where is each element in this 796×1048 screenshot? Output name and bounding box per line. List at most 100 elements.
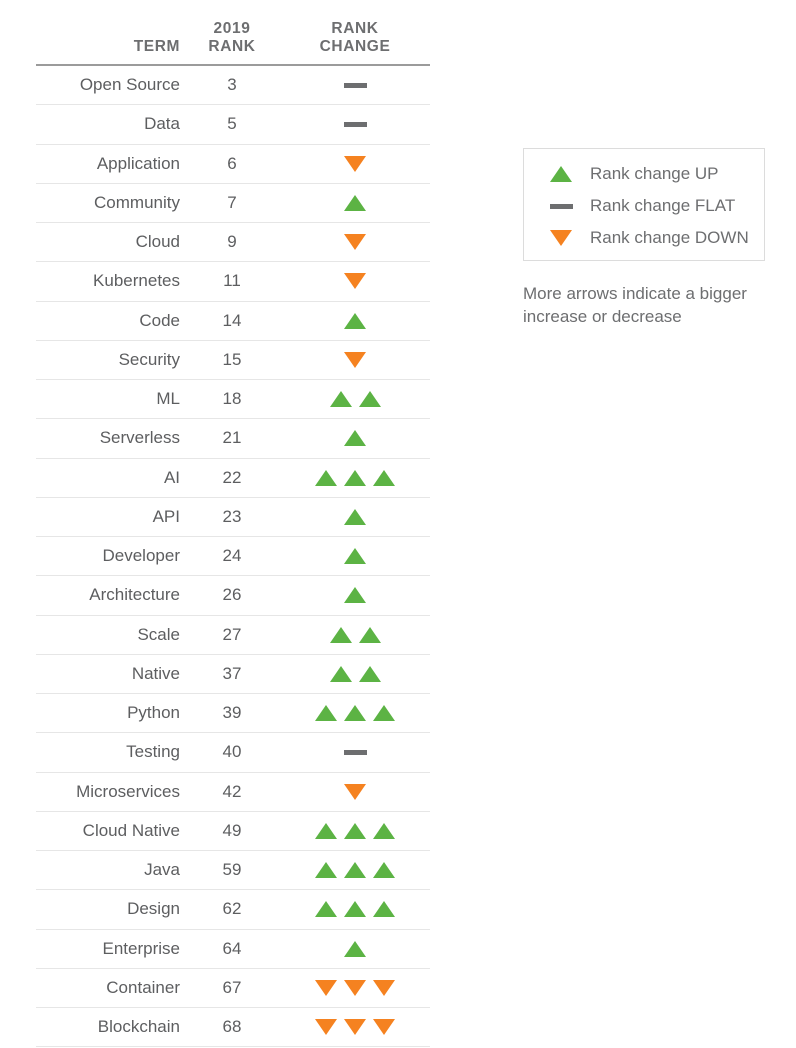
arrow-down-icon — [344, 351, 366, 368]
cell-rank: 26 — [222, 585, 242, 605]
table-row: Community 7 — [36, 184, 430, 223]
table-row: Blockchain 68 — [36, 1008, 430, 1048]
table-row: Native 37 — [36, 655, 430, 694]
table-row: Kubernetes 11 — [36, 262, 430, 302]
cell-rank: 6 — [227, 153, 237, 173]
cell-term: Testing — [126, 742, 180, 762]
arrow-up-icon — [344, 508, 366, 525]
column-header-change-line2: CHANGE — [319, 38, 391, 56]
cell-rank-change — [280, 587, 430, 604]
arrow-up-icon — [344, 548, 366, 565]
cell-rank-change — [280, 430, 430, 447]
column-header-rank: 2019 RANK — [184, 20, 280, 64]
cell-rank: 64 — [222, 938, 242, 958]
arrow-up-icon — [329, 626, 352, 643]
legend-item-label: Rank change FLAT — [590, 196, 736, 215]
arrow-down-icon — [373, 1019, 395, 1036]
cell-rank-change — [280, 469, 430, 486]
cell-rank-change — [280, 862, 430, 879]
arrow-down-icon — [344, 234, 366, 251]
cell-rank-change — [280, 194, 430, 211]
legend: Rank change UP Rank change FLAT Rank chang… — [523, 148, 765, 261]
table-row: Java 59 — [36, 851, 430, 891]
arrow-up-icon — [358, 665, 381, 682]
cell-term: ML — [156, 389, 180, 409]
cell-rank-change — [280, 749, 430, 755]
cell-rank: 23 — [222, 506, 242, 526]
cell-rank: 9 — [227, 232, 237, 252]
legend-item-label: Rank change UP — [590, 164, 719, 183]
cell-rank: 40 — [222, 742, 242, 762]
table-row: Open Source 3 — [36, 66, 430, 106]
arrow-down-icon — [550, 230, 572, 246]
legend-glyph — [541, 230, 581, 246]
arrow-up-icon — [344, 862, 366, 879]
cell-rank: 62 — [222, 899, 242, 919]
legend-item-label: Rank change DOWN — [590, 228, 749, 247]
cell-rank: 42 — [222, 781, 242, 801]
arrow-up-icon — [344, 940, 366, 957]
cell-term: API — [152, 506, 180, 526]
table-row: Container 67 — [36, 969, 430, 1008]
cell-term: Cloud — [135, 232, 180, 252]
cell-rank: 27 — [222, 624, 242, 644]
arrow-down-icon — [344, 155, 366, 172]
arrow-up-icon — [315, 705, 337, 722]
table-row: AI 22 — [36, 459, 430, 498]
legend-items: Rank change UP Rank change FLAT Rank chang… — [524, 149, 764, 254]
cell-rank-change — [280, 508, 430, 525]
cell-rank-change — [280, 979, 430, 996]
cell-rank: 22 — [222, 467, 242, 487]
dash-flat-icon — [343, 121, 367, 127]
arrow-up-icon — [344, 822, 366, 839]
cell-rank: 59 — [222, 860, 242, 880]
cell-term: Java — [144, 860, 180, 880]
cell-term: Serverless — [99, 428, 180, 448]
cell-term: Code — [139, 310, 180, 330]
table-row: Python 39 — [36, 694, 430, 734]
arrow-up-icon — [344, 430, 366, 447]
legend-item-flat: Rank change FLAT — [541, 190, 764, 222]
column-header-rank-label: RANK — [208, 38, 256, 56]
cell-rank: 68 — [222, 1017, 242, 1037]
table-row: Cloud 9 — [36, 223, 430, 263]
arrow-up-icon — [550, 166, 572, 182]
cell-term: Container — [106, 977, 180, 997]
arrow-down-icon — [344, 1019, 366, 1036]
cell-term: Architecture — [89, 585, 180, 605]
table-row: Developer 24 — [36, 537, 430, 577]
cell-rank: 11 — [223, 271, 241, 291]
cell-term: Community — [94, 192, 180, 212]
table-row: Microservices 42 — [36, 773, 430, 812]
arrow-down-icon — [344, 273, 366, 290]
cell-rank: 7 — [227, 192, 237, 212]
dash-flat-icon — [343, 82, 367, 88]
table-row: Data 5 — [36, 105, 430, 145]
cell-rank-change — [280, 548, 430, 565]
cell-term: AI — [163, 467, 180, 487]
legend-note: More arrows indicate a bigger increase o… — [523, 284, 747, 326]
cell-rank-change — [280, 234, 430, 251]
cell-rank: 15 — [222, 349, 242, 369]
dash-flat-icon — [549, 203, 573, 209]
arrow-up-icon — [344, 901, 366, 918]
table-header-row: TERM 2019 RANK RANK CHANGE — [36, 0, 430, 66]
cell-term: Scale — [137, 624, 180, 644]
arrow-up-icon — [373, 469, 395, 486]
cell-rank-change — [280, 391, 430, 408]
table-row: ML 18 — [36, 380, 430, 420]
table-row: Cloud Native 49 — [36, 812, 430, 851]
column-header-rank-change: RANK CHANGE — [280, 20, 430, 64]
cell-rank-change — [280, 705, 430, 722]
table-body: Open Source 3 Data 5 Application 6 Community 7 C… — [36, 66, 430, 1048]
cell-rank: 37 — [222, 663, 242, 683]
cell-rank-change — [280, 312, 430, 329]
column-header-rank-year: 2019 — [213, 20, 251, 38]
cell-term: Open Source — [79, 75, 180, 95]
cell-term: Cloud Native — [82, 820, 180, 840]
arrow-up-icon — [344, 469, 366, 486]
arrow-up-icon — [373, 822, 395, 839]
cell-rank: 67 — [222, 977, 242, 997]
table-row: Serverless 21 — [36, 419, 430, 459]
dash-flat-icon — [343, 749, 367, 755]
